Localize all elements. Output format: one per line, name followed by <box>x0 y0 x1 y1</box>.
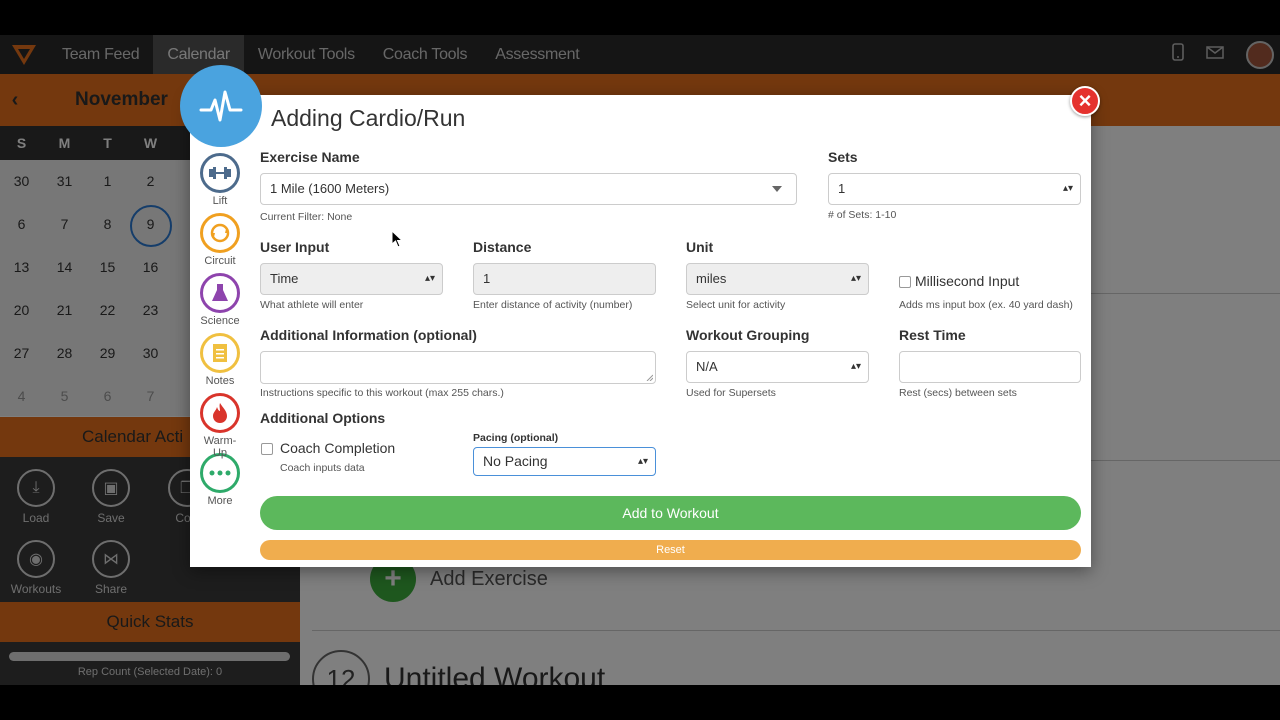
tab-warm-up[interactable]: Warm-Up <box>197 393 243 459</box>
additional-options-label: Additional Options <box>260 410 386 426</box>
tab-label: Lift <box>212 195 228 207</box>
tab-notes[interactable]: Notes <box>197 333 243 393</box>
millisecond-help: Adds ms input box (ex. 40 yard dash) <box>899 299 1073 311</box>
resize-handle-icon[interactable] <box>646 374 653 381</box>
tab-label: Notes <box>205 375 235 387</box>
coach-completion-help: Coach inputs data <box>280 462 365 474</box>
select-arrows-icon: ▴▾ <box>1062 183 1073 194</box>
exercise-name-select[interactable]: 1 Mile (1600 Meters) <box>260 173 797 205</box>
user-input-label: User Input <box>260 239 330 255</box>
add-to-workout-button[interactable]: Add to Workout <box>260 496 1081 530</box>
sets-value: 1 <box>838 181 846 196</box>
distance-input[interactable]: 1 <box>473 263 656 295</box>
rest-time-input[interactable] <box>899 351 1081 383</box>
select-arrows-icon: ▴▾ <box>850 273 861 284</box>
tab-lift[interactable]: Lift <box>197 153 243 213</box>
mouse-cursor-icon <box>391 230 403 248</box>
cardio-badge-icon <box>180 65 262 147</box>
sets-label: Sets <box>828 149 858 165</box>
unit-select[interactable]: miles ▴▾ <box>686 263 869 295</box>
distance-label: Distance <box>473 239 532 255</box>
workout-grouping-value: N/A <box>696 359 718 374</box>
exercise-name-label: Exercise Name <box>260 149 360 165</box>
tab-circuit[interactable]: Circuit <box>197 213 243 273</box>
workout-grouping-label: Workout Grouping <box>686 327 810 343</box>
tab-label: Circuit <box>204 255 236 267</box>
tab-science[interactable]: Science <box>197 273 243 333</box>
sets-select[interactable]: 1 ▴▾ <box>828 173 1081 205</box>
exercise-filter-help: Current Filter: None <box>260 211 353 223</box>
distance-value: 1 <box>483 271 491 286</box>
pacing-label: Pacing (optional) <box>473 432 559 444</box>
coach-completion-checkbox[interactable] <box>261 443 273 455</box>
user-input-help: What athlete will enter <box>260 299 364 311</box>
distance-help: Enter distance of activity (number) <box>473 299 633 311</box>
workout-grouping-select[interactable]: N/A ▴▾ <box>686 351 869 383</box>
flame-icon <box>200 393 240 433</box>
reset-button[interactable]: Reset <box>260 540 1081 560</box>
dumbbell-icon <box>200 153 240 193</box>
user-input-select[interactable]: Time ▴▾ <box>260 263 443 295</box>
unit-label: Unit <box>686 239 714 255</box>
user-input-value: Time <box>270 271 299 286</box>
select-arrows-icon: ▴▾ <box>424 273 435 284</box>
pacing-select[interactable]: No Pacing ▴▾ <box>473 447 656 476</box>
workout-grouping-help: Used for Supersets <box>686 387 776 399</box>
tab-label: More <box>207 495 233 507</box>
notes-icon <box>200 333 240 373</box>
additional-info-textarea[interactable] <box>260 351 656 384</box>
millisecond-label: Millisecond Input <box>915 273 1020 289</box>
tab-label: Science <box>200 315 240 327</box>
exercise-type-tabs: Lift Circuit Science Notes Warm-Up More <box>197 153 243 513</box>
close-icon[interactable]: × <box>1070 86 1100 116</box>
coach-completion-label: Coach Completion <box>280 440 396 456</box>
more-icon <box>200 453 240 493</box>
select-arrows-icon: ▴▾ <box>637 456 648 467</box>
circuit-icon <box>200 213 240 253</box>
sets-help: # of Sets: 1-10 <box>828 209 897 221</box>
pacing-value: No Pacing <box>483 453 548 469</box>
unit-value: miles <box>696 271 727 286</box>
additional-info-help: Instructions specific to this workout (m… <box>260 387 504 399</box>
rest-time-label: Rest Time <box>899 327 966 343</box>
rest-time-help: Rest (secs) between sets <box>899 387 1017 399</box>
select-arrows-icon: ▴▾ <box>850 361 861 372</box>
caret-down-icon <box>772 186 782 192</box>
add-exercise-modal: Adding Cardio/Run Lift Circuit Science N… <box>190 95 1091 567</box>
exercise-name-value: 1 Mile (1600 Meters) <box>270 181 390 196</box>
tab-more[interactable]: More <box>197 453 243 513</box>
additional-info-label: Additional Information (optional) <box>260 327 477 343</box>
app-screen: Team Feed Calendar Workout Tools Coach T… <box>0 35 1280 685</box>
millisecond-checkbox[interactable] <box>899 276 911 288</box>
flask-icon <box>200 273 240 313</box>
modal-title: Adding Cardio/Run <box>271 105 466 131</box>
unit-help: Select unit for activity <box>686 299 786 311</box>
